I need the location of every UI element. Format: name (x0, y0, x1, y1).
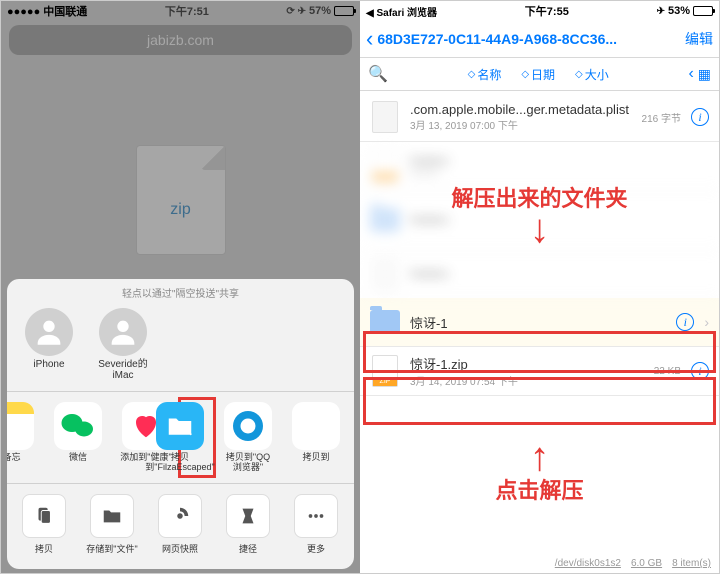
plist-icon (370, 99, 400, 135)
back-chevron-icon[interactable]: ‹ (366, 26, 373, 52)
qq-browser-icon (224, 402, 272, 450)
back-to-safari[interactable]: ◀ Safari 浏览器 (366, 4, 437, 19)
filza-icon (156, 402, 204, 450)
action-save-files[interactable]: 存储到"文件" (81, 494, 143, 555)
status-bar: ◀ Safari 浏览器 下午7:55 ✈︎ 53% (360, 1, 719, 21)
file-row-plist[interactable]: .com.apple.mobile...ger.metadata.plist 3… (360, 93, 719, 142)
action-shortcuts[interactable]: 捷径 (217, 494, 279, 555)
file-meta: 3月 14, 2019 07:54 下午 (410, 373, 644, 388)
action-label: 网页快照 (162, 542, 198, 555)
file-list: .com.apple.mobile...ger.metadata.plist 3… (360, 91, 719, 396)
action-label: 捷径 (239, 542, 257, 555)
sort-by-name[interactable]: 名称 (460, 66, 510, 83)
airdrop-label: iPhone (33, 359, 64, 370)
status-icons: ✈︎ (657, 6, 665, 17)
file-size: 22 KB (654, 366, 681, 377)
share-hint: 轻点以通过"隔空投送"共享 (7, 285, 354, 304)
airdrop-row: iPhone Severide的 iMac (7, 304, 354, 392)
more-icon (294, 494, 338, 538)
nav-bar: ‹ 68D3E727-0C11-44A9-A968-8CC36... 编辑 (360, 21, 719, 57)
file-name: 惊讶-1 (410, 313, 666, 332)
file-name: 惊讶-1.zip (410, 354, 644, 373)
airdrop-label: Severide的 iMac (98, 359, 147, 381)
share-app-row: "备忘 微信 添加到"健康" 拷贝 到"FilzaEscaped" 拷贝到"QQ… (7, 392, 354, 484)
disk-free: 6.0 GB (631, 558, 662, 569)
file-name: .com.apple.mobile...ger.metadata.plist (410, 102, 632, 117)
annotation-bottom: ↑ 点击解压 (360, 441, 719, 505)
shortcuts-icon (226, 494, 270, 538)
action-snapshot[interactable]: 网页快照 (149, 494, 211, 555)
snapshot-icon (158, 494, 202, 538)
battery-percent: 53% (668, 5, 690, 17)
item-count: 8 item(s) (672, 558, 711, 569)
blurred-row: hiddenhidden (360, 142, 719, 190)
app-label: 拷贝 到"FilzaEscaped" (145, 453, 214, 473)
share-app-filza[interactable]: 拷贝 到"FilzaEscaped" (149, 402, 211, 473)
file-size: 216 字节 (642, 110, 681, 125)
wechat-icon (54, 402, 102, 450)
disk-footer: /dev/disk0s1s2 6.0 GB 8 item(s) (555, 558, 711, 569)
action-label: 存储到"文件" (86, 542, 137, 555)
info-icon[interactable]: i (676, 313, 694, 331)
share-app-qq[interactable]: 拷贝到"QQ 浏览器" (217, 402, 279, 473)
airdrop-imac[interactable]: Severide的 iMac (95, 308, 151, 381)
file-row-zip[interactable]: 惊讶-1.zip 3月 14, 2019 07:54 下午 22 KB i (360, 347, 719, 396)
info-icon[interactable]: i (691, 362, 709, 380)
file-row-folder[interactable]: 惊讶-1 i › (360, 298, 719, 347)
sort-toolbar: 🔍 名称 日期 大小 ‹ ▦ (360, 57, 719, 91)
action-label: 拷贝 (35, 542, 53, 555)
action-row: 拷贝 存储到"文件" 网页快照 捷径 更多 (7, 484, 354, 569)
share-app-generic[interactable]: 拷贝到 (285, 402, 347, 473)
folder-icon (370, 304, 400, 340)
person-icon (99, 308, 147, 356)
folder-icon (90, 494, 134, 538)
app-label: 拷贝到"QQ 浏览器" (226, 453, 270, 473)
copy-icon (22, 494, 66, 538)
person-icon (25, 308, 73, 356)
disk-path: /dev/disk0s1s2 (555, 558, 621, 569)
view-toggle[interactable]: ▦ (698, 66, 711, 83)
sort-by-date[interactable]: 日期 (513, 66, 563, 83)
arrow-up-icon: ↑ (360, 441, 719, 473)
zip-icon (370, 353, 400, 389)
search-icon[interactable]: 🔍 (368, 64, 388, 84)
sort-by-size[interactable]: 大小 (567, 66, 617, 83)
phone-left-screenshot: ●●●●● 中国联通 下午7:51 ⟳ ✈︎ 57% jabizb.com zi… (1, 1, 360, 573)
share-app-wechat[interactable]: 微信 (47, 402, 109, 473)
status-right: ✈︎ 53% (657, 5, 713, 17)
annotation-text: 点击解压 (360, 473, 719, 505)
edit-button[interactable]: 编辑 (685, 29, 713, 49)
action-more[interactable]: 更多 (285, 494, 347, 555)
chevron-right-icon: › (704, 314, 709, 330)
status-time: 下午7:55 (437, 3, 657, 19)
share-sheet: 轻点以通过"隔空投送"共享 iPhone Severide的 iMac "备忘 … (7, 279, 354, 569)
app-label: 拷贝到 (302, 453, 329, 473)
app-icon (292, 402, 340, 450)
action-copy[interactable]: 拷贝 (13, 494, 75, 555)
red-highlight-filza: 拷贝 到"FilzaEscaped" (178, 397, 216, 478)
app-label: 微信 (69, 453, 87, 473)
info-icon[interactable]: i (691, 108, 709, 126)
file-meta: 3月 13, 2019 07:00 下午 (410, 117, 632, 132)
airdrop-iphone[interactable]: iPhone (21, 308, 77, 381)
blurred-row: hidden (360, 190, 719, 250)
notes-icon (7, 402, 34, 450)
battery-icon (693, 6, 713, 16)
phone-right-screenshot: ◀ Safari 浏览器 下午7:55 ✈︎ 53% ‹ 68D3E727-0C… (360, 1, 719, 573)
nav-title[interactable]: 68D3E727-0C11-44A9-A968-8CC36... (377, 31, 681, 47)
blurred-row: hidden (360, 250, 719, 298)
action-label: 更多 (307, 542, 325, 555)
share-app-notes[interactable]: "备忘 (7, 402, 41, 473)
app-label: "备忘 (7, 453, 21, 473)
nav-chevron-icon[interactable]: ‹ (688, 65, 693, 83)
